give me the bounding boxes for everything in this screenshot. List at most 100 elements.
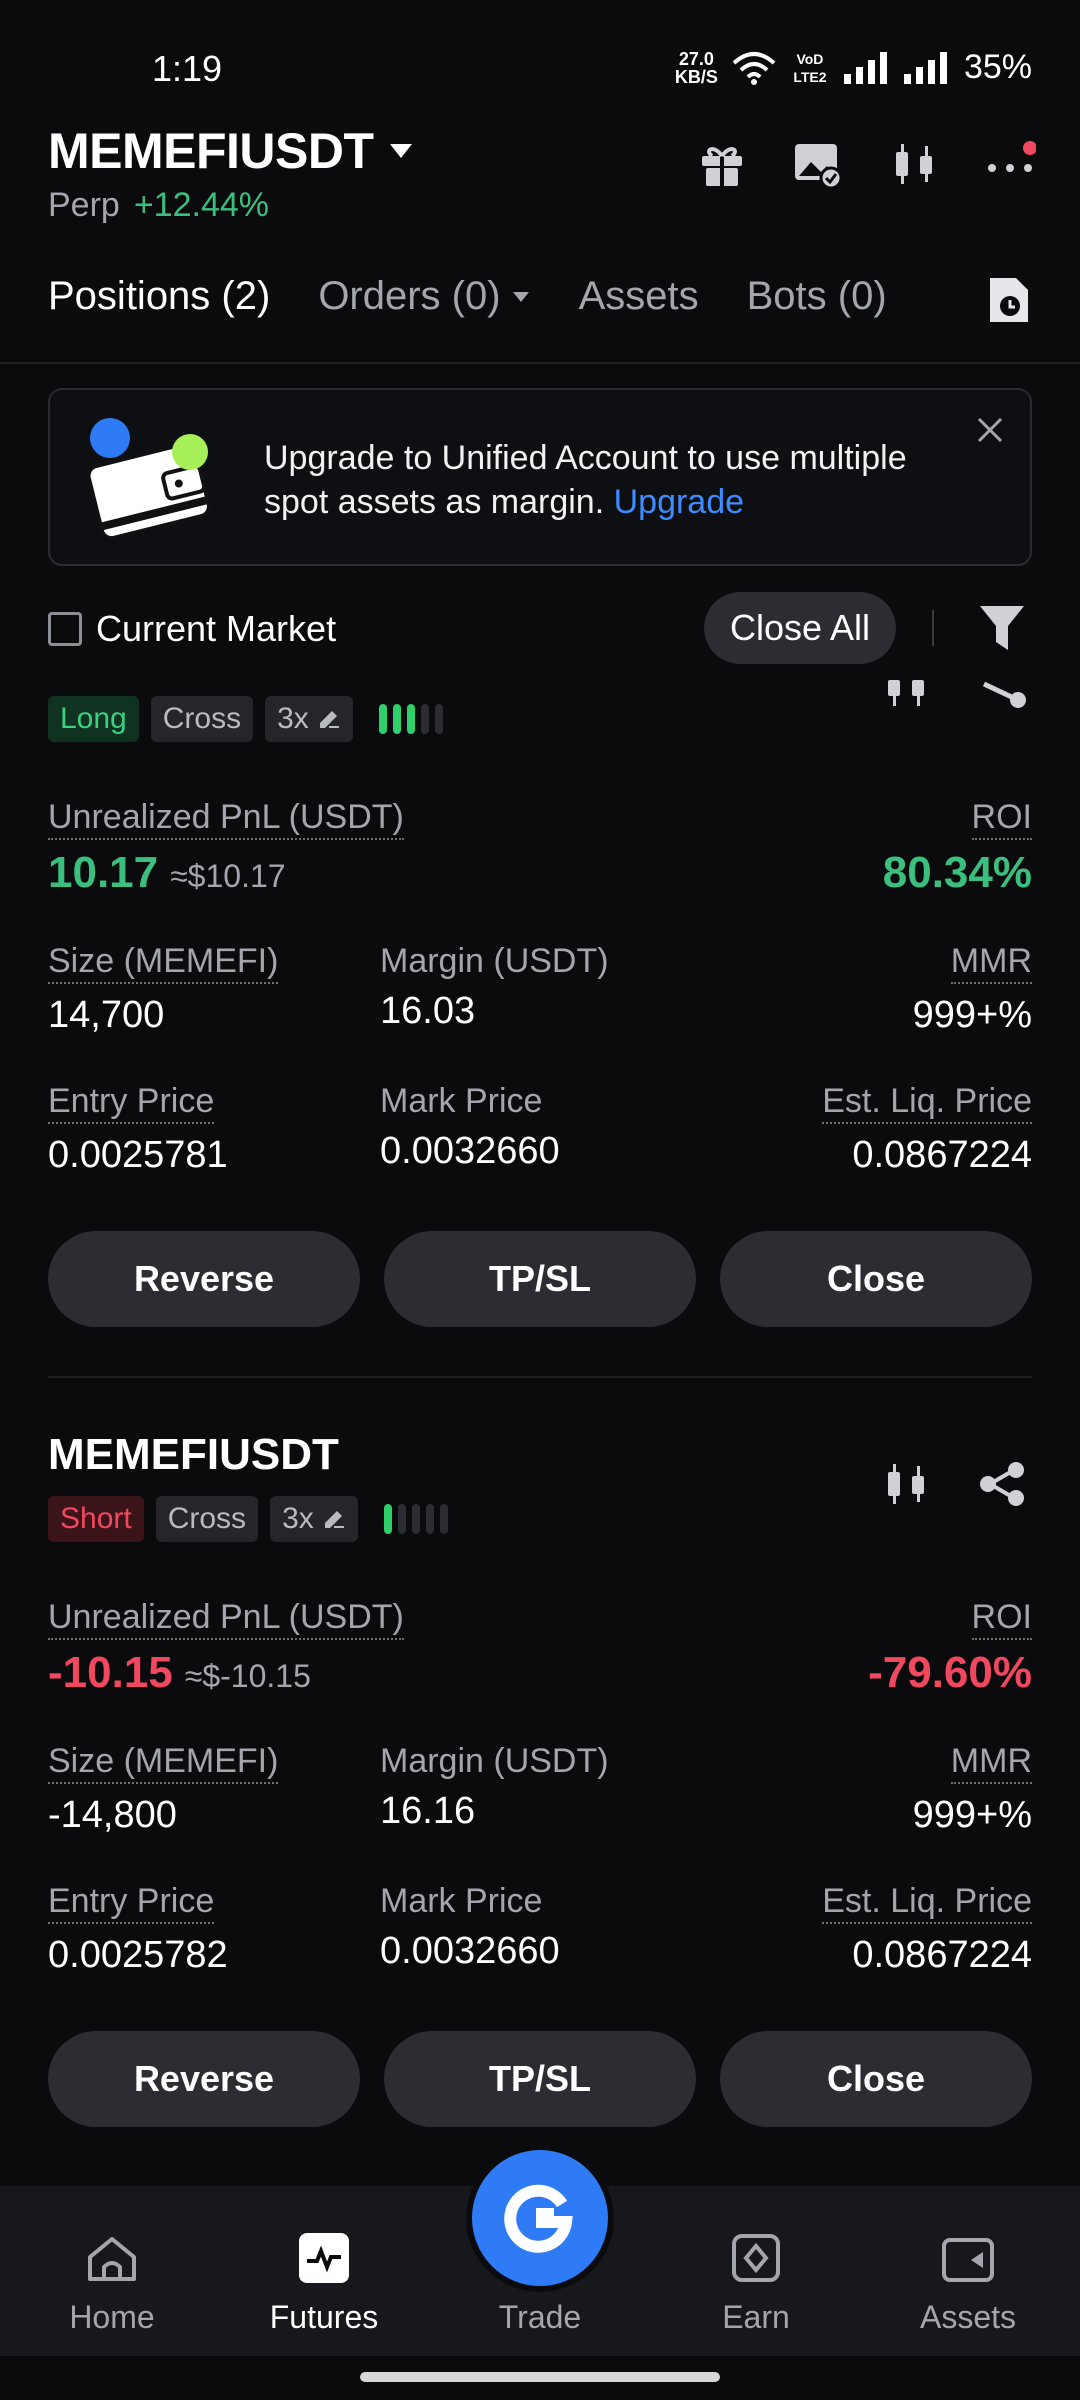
- edit-icon: [324, 1511, 344, 1528]
- close-all-button[interactable]: Close All: [704, 592, 896, 664]
- signal-icon: [843, 51, 887, 84]
- symbol-selector[interactable]: MEMEFIUSDT: [48, 122, 414, 180]
- entry-price-value: 0.0025782: [48, 1934, 228, 1976]
- tab-orders[interactable]: Orders (0): [318, 274, 530, 319]
- edit-icon: [319, 711, 339, 728]
- status-time: 1:19: [152, 48, 223, 89]
- candlestick-icon[interactable]: [882, 1460, 930, 1508]
- image-check-icon[interactable]: [792, 138, 844, 190]
- margin-label: Margin (USDT): [380, 942, 609, 980]
- pnl-approx: ≈$10.17: [170, 858, 286, 894]
- share-icon[interactable]: [978, 1460, 1026, 1508]
- position-tags: Long Cross 3x: [48, 696, 443, 742]
- status-icons: 27.0 KB/S VoD LTE2 35%: [675, 48, 1032, 87]
- margin-value: 16.16: [380, 1790, 476, 1832]
- upgrade-link[interactable]: Upgrade: [614, 483, 744, 521]
- filter-icon[interactable]: [978, 602, 1026, 654]
- reverse-button[interactable]: Reverse: [48, 2031, 360, 2127]
- signal-icon-2: [903, 51, 947, 84]
- filter-divider: [932, 610, 934, 646]
- pnl-label: Unrealized PnL (USDT): [48, 798, 404, 840]
- tpsl-button[interactable]: TP/SL: [384, 2031, 696, 2127]
- mark-price-label: Mark Price: [380, 1082, 543, 1120]
- nav-assets[interactable]: Assets: [860, 2186, 1076, 2356]
- trade-fab-button[interactable]: [466, 2144, 614, 2292]
- side-badge: Short: [48, 1496, 144, 1542]
- liq-price-label: Est. Liq. Price: [822, 1082, 1032, 1124]
- current-market-label: Current Market: [96, 608, 337, 649]
- nav-futures[interactable]: Futures: [216, 2186, 432, 2356]
- position-tabs: Positions (2) Orders (0) Assets Bots (0): [48, 274, 887, 319]
- mark-price-label: Mark Price: [380, 1882, 543, 1920]
- mmr-value: 999+%: [912, 1794, 1032, 1836]
- pnl-value-row: 10.17 ≈$10.17: [48, 848, 286, 898]
- size-value: -14,800: [48, 1794, 177, 1836]
- mark-price-value: 0.0032660: [380, 1930, 560, 1972]
- close-button[interactable]: Close: [720, 1231, 1032, 1327]
- entry-price-label: Entry Price: [48, 1082, 215, 1124]
- banner-message: Upgrade to Unified Account to use multip…: [264, 439, 907, 521]
- more-icon[interactable]: [984, 138, 1036, 190]
- wifi-icon: [732, 51, 776, 85]
- candlestick-icon[interactable]: [882, 680, 930, 708]
- margin-label: Margin (USDT): [380, 1742, 609, 1780]
- margin-value: 16.03: [380, 990, 476, 1032]
- nav-earn[interactable]: Earn: [648, 2186, 864, 2356]
- pnl-approx: ≈$-10.15: [184, 1658, 311, 1694]
- pnl-value-row: -10.15 ≈$-10.15: [48, 1648, 311, 1698]
- mmr-label: MMR: [950, 942, 1032, 984]
- tab-assets[interactable]: Assets: [579, 274, 699, 319]
- roi-label: ROI: [971, 1598, 1032, 1640]
- net-speed: 27.0 KB/S: [674, 48, 718, 87]
- liq-price-value: 0.0867224: [852, 1934, 1032, 1976]
- futures-icon: [299, 2233, 349, 2283]
- candlestick-icon[interactable]: [888, 138, 940, 190]
- risk-indicator: [378, 704, 443, 734]
- liq-price-value: 0.0867224: [852, 1134, 1032, 1176]
- home-icon: [88, 2237, 136, 2281]
- caret-down-icon: [389, 144, 412, 158]
- volte-icon: VoD LTE2: [793, 50, 827, 85]
- roi-value: -79.60%: [868, 1648, 1032, 1697]
- leverage-badge[interactable]: 3x: [270, 1496, 358, 1542]
- gift-icon[interactable]: [696, 138, 748, 190]
- caret-down-icon: [512, 291, 529, 302]
- mark-price-value: 0.0032660: [380, 1130, 560, 1172]
- wallet-nav-icon: [942, 2238, 994, 2282]
- mmr-value: 999+%: [912, 994, 1032, 1036]
- tab-bots[interactable]: Bots (0): [747, 274, 887, 319]
- roi-value: 80.34%: [882, 848, 1032, 897]
- tabs-divider: [0, 362, 1080, 364]
- pnl-label: Unrealized PnL (USDT): [48, 1598, 404, 1640]
- share-icon[interactable]: [978, 680, 1026, 712]
- position-tags: Short Cross 3x: [48, 1496, 448, 1542]
- size-value: 14,700: [48, 994, 165, 1036]
- wallet-icon: [86, 418, 211, 541]
- tab-positions[interactable]: Positions (2): [48, 274, 270, 319]
- margin-mode-badge[interactable]: Cross: [150, 696, 254, 742]
- home-indicator: [360, 2372, 720, 2382]
- position-divider: [48, 1376, 1032, 1378]
- position-symbol: MEMEFIUSDT: [48, 1430, 339, 1479]
- history-icon[interactable]: [984, 274, 1032, 331]
- leverage-badge[interactable]: 3x: [265, 696, 353, 742]
- tpsl-button[interactable]: TP/SL: [384, 1231, 696, 1327]
- size-label: Size (MEMEFI): [48, 942, 279, 984]
- close-button[interactable]: Close: [720, 2031, 1032, 2127]
- symbol-name: MEMEFIUSDT: [48, 123, 374, 179]
- battery-level: 35%: [963, 48, 1032, 86]
- current-market-checkbox[interactable]: [48, 612, 82, 646]
- mmr-label: MMR: [950, 1742, 1032, 1784]
- pnl-value: 10.17: [48, 848, 159, 897]
- nav-home[interactable]: Home: [4, 2186, 220, 2356]
- header-actions: [696, 138, 1036, 190]
- close-icon[interactable]: [976, 416, 1004, 444]
- symbol-subtitle: Perp +12.44%: [48, 186, 269, 225]
- roi-label: ROI: [971, 798, 1032, 840]
- risk-indicator: [383, 1504, 448, 1534]
- side-badge: Long: [48, 696, 139, 742]
- contract-type: Perp: [48, 186, 120, 224]
- entry-price-label: Entry Price: [48, 1882, 215, 1924]
- margin-mode-badge[interactable]: Cross: [155, 1496, 259, 1542]
- reverse-button[interactable]: Reverse: [48, 1231, 360, 1327]
